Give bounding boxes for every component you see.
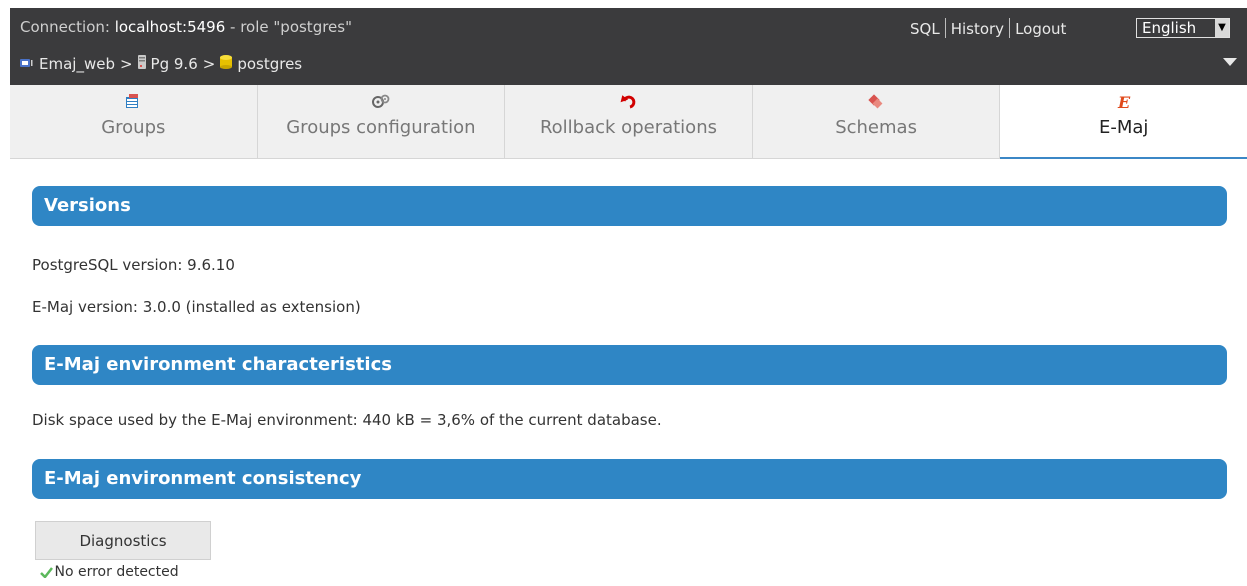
tab-label: E-Maj: [1000, 117, 1247, 138]
rollback-icon: [505, 93, 752, 111]
language-selected: English: [1142, 19, 1196, 37]
diagnostic-message: No error detected: [55, 564, 179, 580]
tab-label: Rollback operations: [505, 117, 752, 138]
diagnostics-header: Diagnostics: [36, 522, 211, 560]
top-bar: Connection: localhost:5496 - role "postg…: [10, 8, 1247, 85]
versions-header: Versions: [32, 186, 1227, 226]
tab-rollback-operations[interactable]: Rollback operations: [505, 85, 753, 159]
svg-text:E: E: [1117, 93, 1131, 111]
check-icon: [40, 566, 53, 582]
server-icon: [138, 55, 146, 73]
diagnostics-table: Diagnostics No error detected: [35, 521, 211, 586]
breadcrumb-server[interactable]: Pg 9.6: [151, 55, 198, 73]
tab-label: Groups: [10, 117, 257, 138]
breadcrumb-separator: >: [120, 55, 133, 73]
postgresql-version: PostgreSQL version: 9.6.10: [32, 256, 235, 274]
breadcrumb: Emaj_web > Pg 9.6 > postgres: [20, 55, 302, 73]
history-link[interactable]: History: [951, 20, 1004, 38]
language-select[interactable]: English ▼: [1136, 18, 1230, 38]
connection-info: Connection: localhost:5496 - role "postg…: [20, 18, 352, 36]
groups-icon: [10, 93, 257, 111]
link-divider: [1009, 18, 1010, 38]
connection-host: localhost:5496: [115, 18, 226, 36]
tab-bar: Groups Groups configuration Rollback ope…: [10, 85, 1247, 159]
diagnostic-cell: No error detected: [36, 560, 211, 586]
tab-emaj[interactable]: E E-Maj: [1000, 85, 1247, 159]
tab-groups[interactable]: Groups: [10, 85, 258, 159]
breadcrumb-separator: >: [203, 55, 216, 73]
consistency-header: E-Maj environment consistency: [32, 459, 1227, 499]
collapse-toggle-icon[interactable]: [1223, 58, 1237, 66]
sql-link[interactable]: SQL: [910, 20, 940, 38]
tab-groups-configuration[interactable]: Groups configuration: [258, 85, 506, 159]
top-links: SQL History Logout: [910, 18, 1066, 38]
tab-schemas[interactable]: Schemas: [753, 85, 1001, 159]
configuration-icon: [258, 93, 505, 111]
emaj-version: E-Maj version: 3.0.0 (installed as exten…: [32, 298, 361, 316]
database-icon: [220, 55, 232, 73]
chevron-down-icon: ▼: [1215, 19, 1229, 37]
table-row: No error detected: [36, 560, 211, 586]
schemas-icon: [753, 93, 1000, 111]
emaj-icon: E: [1000, 93, 1247, 111]
connection-prefix: Connection:: [20, 18, 115, 36]
tab-label: Groups configuration: [258, 117, 505, 138]
environment-header: E-Maj environment characteristics: [32, 345, 1227, 385]
tab-label: Schemas: [753, 117, 1000, 138]
breadcrumb-database[interactable]: postgres: [237, 55, 302, 73]
connection-role: - role "postgres": [225, 18, 352, 36]
emaj-web-icon: [20, 55, 34, 73]
breadcrumb-app[interactable]: Emaj_web: [39, 55, 115, 73]
link-divider: [945, 18, 946, 38]
disk-space-info: Disk space used by the E-Maj environment…: [32, 411, 662, 429]
logout-link[interactable]: Logout: [1015, 20, 1066, 38]
